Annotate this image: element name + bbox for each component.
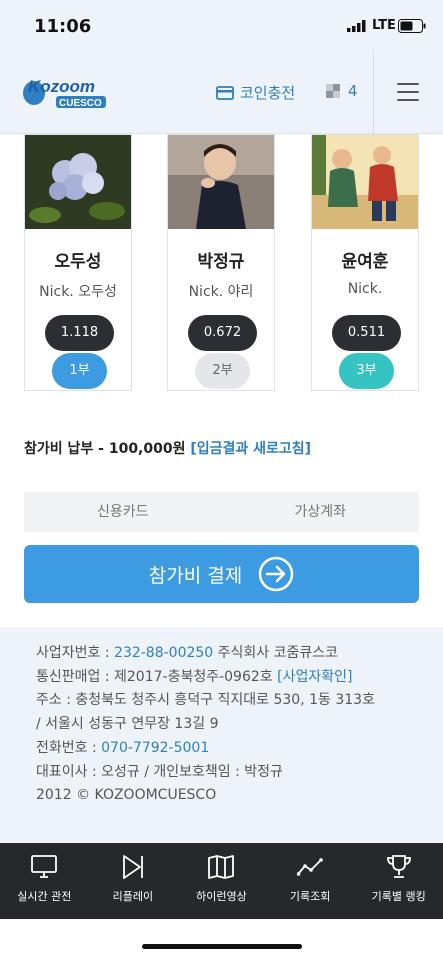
player-name: 윤여훈 xyxy=(341,252,389,272)
tab-label: 기록조회 xyxy=(289,890,331,903)
address-line-2: / 서울시 성동구 연무장 13길 9 xyxy=(36,716,219,733)
coin-balance[interactable]: 4 xyxy=(326,82,358,100)
coin-checker-icon xyxy=(326,84,340,98)
fee-line: 참가비 납부 - 100,000원 [입금결과 새로고침] xyxy=(24,438,311,458)
battery-icon xyxy=(398,19,426,33)
logo-subtext: CUESCO xyxy=(59,98,102,109)
phone-line: 전화번호 : 070-7792-5001 xyxy=(36,739,210,756)
player-photo-child xyxy=(168,135,274,229)
player-photo-flower xyxy=(25,135,131,229)
status-time: 11:06 xyxy=(34,16,92,37)
player-part-badge: 1부 xyxy=(52,353,107,389)
payment-method-tabs: 신용카드 가상계좌 xyxy=(24,492,419,532)
bottom-tab-bar: 실시간 관전 리플레이 하이런영상 기록조회 기록별 랭킹 xyxy=(0,843,443,919)
status-bar: 11:06 LTE xyxy=(0,0,443,50)
arrow-right-circle-icon xyxy=(258,556,294,592)
app-header: Kozoom CUESCO 코인충전 4 xyxy=(0,50,443,134)
tab-label: 실시간 관전 xyxy=(17,890,72,903)
tab-credit-card[interactable]: 신용카드 xyxy=(24,492,222,532)
pay-entry-fee-button[interactable]: 참가비 결제 xyxy=(24,545,419,603)
tab-ranking[interactable]: 기록별 랭킹 xyxy=(354,843,443,919)
network-label: LTE xyxy=(372,18,396,33)
ceo-line: 대표이사 : 오성규 / 개인보호책임 : 박정규 xyxy=(36,763,283,780)
player-score: 1.118 xyxy=(45,315,114,351)
tab-live-watch[interactable]: 실시간 관전 xyxy=(0,843,89,919)
home-indicator[interactable] xyxy=(142,944,302,949)
company-info: 사업자번호 : 232-88-00250 주식회사 코줌큐스코 통신판매업 : … xyxy=(0,627,443,843)
address-line: 주소 : 충청북도 청주시 흥덕구 직지대로 530, 1동 313호 xyxy=(36,692,375,709)
header-divider xyxy=(373,50,374,134)
copyright: 2012 © KOZOOMCUESCO xyxy=(36,787,217,804)
tab-label: 하이런영상 xyxy=(196,890,247,903)
player-score: 0.511 xyxy=(332,315,401,351)
business-verify-link[interactable]: [사업자확인] xyxy=(277,669,352,685)
tab-virtual-account[interactable]: 가상계좌 xyxy=(222,492,420,532)
tab-highrun-video[interactable]: 하이런영상 xyxy=(177,843,266,919)
deposit-refresh-link[interactable]: [입금결과 새로고침] xyxy=(190,441,311,457)
logo-text: Kozoom xyxy=(28,77,95,96)
player-card-1[interactable]: 오두성 Nick. 오두성 1.118 1부 xyxy=(24,134,132,391)
tab-label: 리플레이 xyxy=(112,890,154,903)
tab-label: 기록별 랭킹 xyxy=(371,890,426,903)
play-icon xyxy=(122,855,143,879)
signal-icon xyxy=(347,20,366,32)
player-nick: Nick. xyxy=(347,281,383,297)
coin-charge-button[interactable]: 코인충전 xyxy=(216,82,295,103)
phone-link[interactable]: 070-7792-5001 xyxy=(101,740,209,756)
tab-record-lookup[interactable]: 기록조회 xyxy=(266,843,355,919)
player-card-3[interactable]: 윤여훈 Nick. 0.511 3부 xyxy=(311,134,419,391)
player-nick: Nick. 오두성 xyxy=(39,284,117,300)
business-number[interactable]: 232-88-00250 xyxy=(114,645,213,661)
chart-icon xyxy=(297,858,323,876)
hamburger-menu-icon[interactable] xyxy=(397,83,419,101)
kozoom-logo[interactable]: Kozoom CUESCO xyxy=(22,74,110,112)
coin-charge-label: 코인충전 xyxy=(240,84,296,102)
player-photo-illustration xyxy=(312,135,418,229)
player-name: 박정규 xyxy=(197,252,245,272)
trophy-icon xyxy=(386,855,411,878)
player-name: 오두성 xyxy=(54,252,102,272)
pay-button-label: 참가비 결제 xyxy=(148,564,243,587)
monitor-icon xyxy=(31,855,58,878)
coin-count: 4 xyxy=(348,82,358,100)
business-number-line: 사업자번호 : 232-88-00250 주식회사 코줌큐스코 xyxy=(36,645,339,661)
sales-license-line: 통신판매업 : 제2017-충북청주-0962호 [사업자확인] xyxy=(36,668,353,685)
card-icon xyxy=(216,85,234,100)
player-part-badge: 3부 xyxy=(339,353,394,389)
player-score: 0.672 xyxy=(188,315,257,351)
player-part-badge: 2부 xyxy=(195,353,250,389)
player-card-2[interactable]: 박정규 Nick. 야리 0.672 2부 xyxy=(167,134,275,391)
fee-text: 참가비 납부 - 100,000원 xyxy=(24,441,191,457)
player-nick: Nick. 야리 xyxy=(188,284,254,300)
book-icon xyxy=(208,855,235,879)
tab-replay[interactable]: 리플레이 xyxy=(89,843,178,919)
